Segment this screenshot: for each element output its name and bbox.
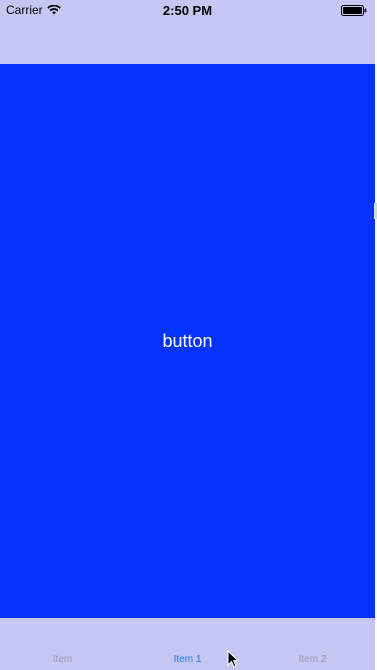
status-bar: Carrier 2:50 PM — [0, 0, 375, 20]
tab-item-2[interactable]: Item 2 — [250, 654, 375, 665]
main-button[interactable]: button — [0, 64, 375, 618]
navigation-bar — [0, 20, 375, 64]
tab-item[interactable]: Item — [0, 654, 125, 665]
app-screen: Carrier 2:50 PM button Item Item 1 Item … — [0, 0, 377, 670]
tab-item-1[interactable]: Item 1 — [125, 654, 250, 665]
status-time: 2:50 PM — [162, 3, 213, 18]
battery-icon — [341, 5, 367, 16]
main-content: button — [0, 64, 375, 618]
tab-bar: Item Item 1 Item 2 — [0, 618, 375, 670]
